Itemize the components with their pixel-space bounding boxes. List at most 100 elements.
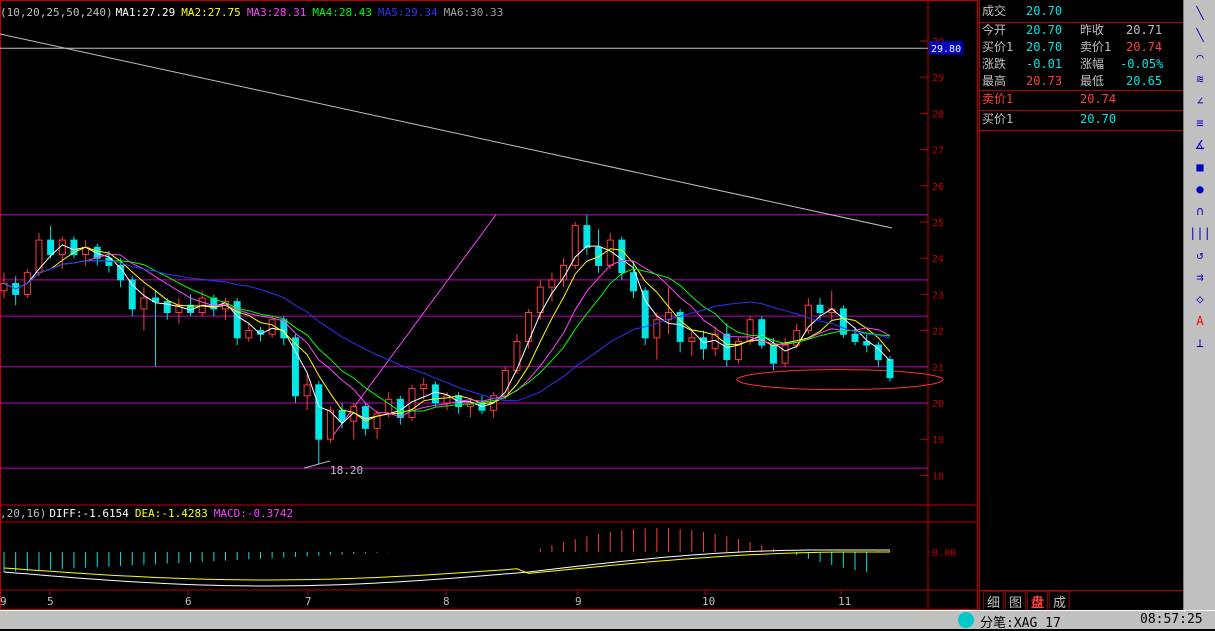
- clock: 08:57:25: [1140, 612, 1203, 627]
- ma-params: (10,20,25,50,240): [0, 6, 113, 19]
- dea-value: DEA:-1.4283: [134, 507, 208, 520]
- bid-value: 20.70: [1080, 112, 1117, 126]
- candle-body: [513, 340, 521, 371]
- tab-trades[interactable]: 成: [1049, 591, 1071, 612]
- ma6-line: [0, 33, 893, 229]
- drawing-tool-icon[interactable]: ●: [1189, 180, 1211, 198]
- ask-value: 20.74: [1080, 92, 1117, 106]
- candle-body: [851, 333, 859, 342]
- candle-body: [245, 330, 253, 339]
- candle-body: [536, 286, 544, 314]
- status-text: 分笔:XAG 17: [980, 616, 1061, 631]
- candle-body: [431, 384, 439, 404]
- candle-body: [618, 239, 626, 274]
- drawing-toolbar: ╲ ╲ ⌒ ≋ ∠ ≡ ∡ ■ ● ∩ ||| ↺ ⇉ ◇ A ⊥: [1183, 0, 1215, 610]
- macd-zero-label: 0.00: [932, 548, 956, 559]
- candle-body: [47, 239, 55, 256]
- y-tick-label: 20: [932, 399, 944, 410]
- dea-line: [3, 551, 890, 581]
- y-tick-label: 27: [932, 146, 944, 157]
- high-label: 最高: [982, 74, 1007, 88]
- last-price-label: 成交: [982, 4, 1007, 18]
- candle-body: [443, 395, 451, 404]
- candle-body: [326, 409, 334, 440]
- drawing-tool-icon[interactable]: ╲: [1189, 26, 1211, 44]
- drawing-tool-icon[interactable]: ≡: [1189, 114, 1211, 132]
- drawing-tool-icon[interactable]: A: [1189, 312, 1211, 330]
- bid1-label: 买价1: [982, 40, 1014, 54]
- candle-body: [781, 344, 789, 364]
- low-marker: [303, 460, 331, 469]
- y-tick-label: 29: [932, 73, 944, 84]
- candle-body: [816, 304, 824, 314]
- drawing-tool-icon[interactable]: ∩: [1189, 202, 1211, 220]
- y-tick-label: 26: [932, 182, 944, 193]
- drawing-tool-icon[interactable]: ⌒: [1189, 48, 1211, 66]
- drawing-tool-icon[interactable]: |||: [1189, 224, 1211, 242]
- ask1-value: 20.74: [1126, 40, 1163, 54]
- x-tick-label: 5: [47, 595, 54, 608]
- x-tick-label: 11: [838, 595, 851, 608]
- drawing-tool-icon[interactable]: ╲: [1189, 4, 1211, 22]
- candle-body: [420, 384, 428, 390]
- status-bar: 分笔:XAG 17 08:57:25: [0, 610, 1215, 631]
- candle-body: [268, 319, 276, 335]
- candle-body: [385, 398, 393, 415]
- candle-body: [769, 344, 777, 364]
- ma1-value: MA1:27.29: [115, 6, 176, 19]
- macd-legend: ,20,16) DIFF:-1.6154 DEA:-1.4283 MACD:-0.37…: [0, 507, 299, 520]
- drawing-tool-icon[interactable]: ≋: [1189, 70, 1211, 88]
- candle-body: [163, 301, 171, 314]
- prev-close-label: 昨收: [1080, 23, 1105, 37]
- diff-line: [3, 549, 890, 587]
- tab-chart[interactable]: 图: [1005, 591, 1027, 612]
- divider: [980, 130, 1183, 131]
- drawing-tool-icon[interactable]: ⊥: [1189, 334, 1211, 352]
- bid1-value: 20.70: [1026, 40, 1063, 54]
- change-pct-label: 涨幅: [1080, 57, 1105, 71]
- x-tick-label: 9: [0, 595, 7, 608]
- highlight-ellipse: [736, 369, 944, 391]
- candle-body: [630, 272, 638, 292]
- candle-body: [140, 297, 148, 310]
- low-value: 20.65: [1126, 74, 1163, 88]
- last-price-value: 20.70: [1026, 4, 1063, 18]
- y-tick-label: 21: [932, 363, 944, 374]
- candle-body: [886, 359, 894, 379]
- drawing-tool-icon[interactable]: ⇉: [1189, 268, 1211, 286]
- change-value: -0.01: [1026, 57, 1063, 71]
- drawing-tool-icon[interactable]: ↺: [1189, 246, 1211, 264]
- change-label: 涨跌: [982, 57, 1007, 71]
- candle-body: [746, 319, 754, 342]
- ask-label: 卖价1: [982, 92, 1014, 106]
- panel-tabs: 细图盘成: [983, 591, 1071, 612]
- low-label: 18.20: [330, 464, 363, 477]
- candle-body: [571, 225, 579, 266]
- ma4-value: MA4:28.43: [312, 6, 373, 19]
- candle-body: [583, 225, 591, 248]
- drawing-tool-icon[interactable]: ■: [1189, 158, 1211, 176]
- candle-body: [641, 290, 649, 339]
- x-tick-label: 6: [185, 595, 192, 608]
- candle-body: [338, 409, 346, 422]
- drawing-tool-icon[interactable]: ∠: [1189, 92, 1211, 110]
- quote-panel: 成交 20.70 今开 20.70 昨收 20.71 买价1 20.70 卖价1…: [979, 0, 1183, 610]
- prev-close-value: 20.71: [1126, 23, 1163, 37]
- y-tick-label: 24: [932, 254, 944, 265]
- high-value: 20.73: [1026, 74, 1063, 88]
- y-tick-label: 19: [932, 435, 944, 446]
- y-tick-label: 25: [932, 218, 944, 229]
- ask1-label: 卖价1: [1080, 40, 1112, 54]
- y-tick-label: 18: [932, 471, 944, 482]
- tab-depth[interactable]: 盘: [1027, 591, 1049, 612]
- status-indicator-icon: [958, 612, 974, 628]
- macd-value: MACD:-0.3742: [213, 507, 294, 520]
- drawing-tool-icon[interactable]: ◇: [1189, 290, 1211, 308]
- drawing-tool-icon[interactable]: ∡: [1189, 136, 1211, 154]
- diff-value: DIFF:-1.6154: [49, 507, 129, 520]
- candle-body: [688, 337, 696, 342]
- tab-detail[interactable]: 细: [983, 591, 1005, 612]
- low-label: 最低: [1080, 74, 1105, 88]
- x-tick-label: 10: [702, 595, 715, 608]
- candle-body: [35, 239, 43, 274]
